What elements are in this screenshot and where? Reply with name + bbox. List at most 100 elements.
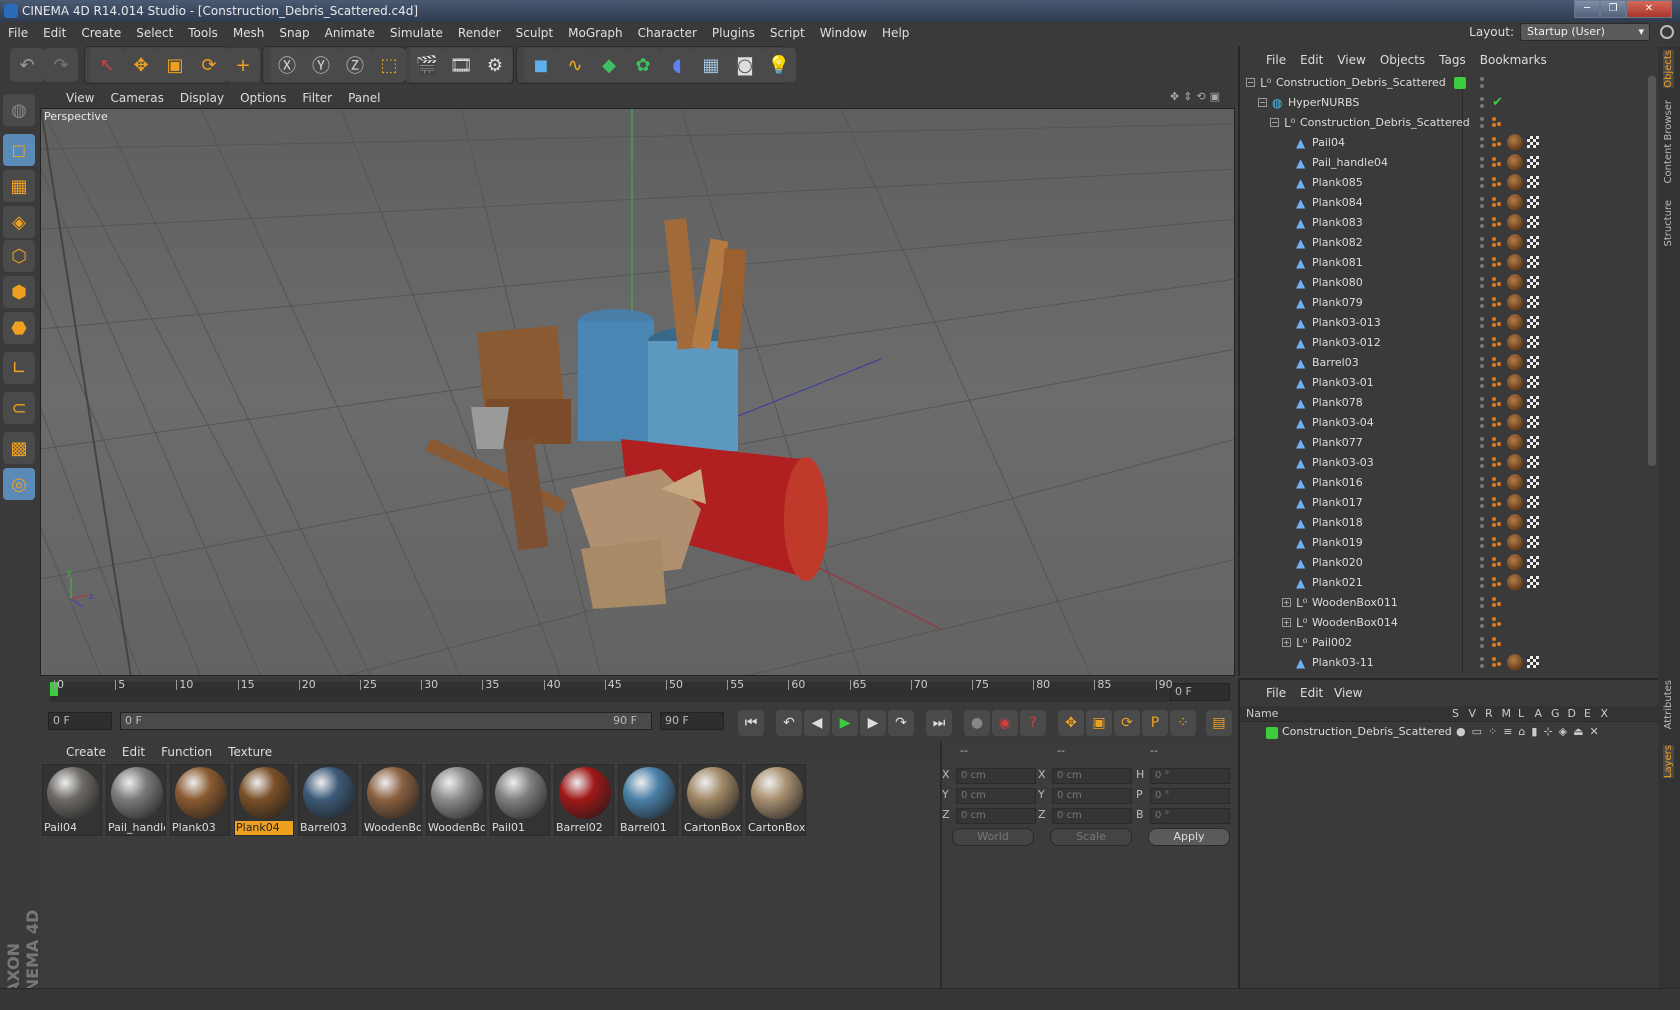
visibility-render-dot[interactable] [1480, 504, 1484, 508]
minimize-button[interactable]: ─ [1574, 0, 1600, 18]
object-row[interactable]: ▲ Plank080 [1240, 273, 1648, 293]
side-tab-attributes[interactable]: Attributes [1663, 680, 1674, 729]
coord-value-field[interactable]: 0 cm [1052, 788, 1132, 804]
material-tag-icon[interactable] [1507, 474, 1523, 491]
cube-icon[interactable]: ◼ [524, 48, 558, 82]
expand-toggle[interactable]: + [1282, 598, 1291, 607]
material-swatch[interactable]: Barrel01 [618, 764, 678, 836]
search-icon[interactable] [1660, 25, 1674, 39]
material-swatch[interactable]: Pail_handle [106, 764, 166, 836]
visibility-editor-dot[interactable] [1480, 537, 1484, 541]
viewport-menu-cameras[interactable]: Cameras [110, 91, 163, 105]
object-row[interactable]: ▲ Plank078 [1240, 393, 1648, 413]
object-row[interactable]: ▲ Plank018 [1240, 513, 1648, 533]
visibility-editor-dot[interactable] [1480, 177, 1484, 181]
points-mode-icon[interactable]: ⬡ [3, 240, 35, 272]
material-tag-icon[interactable] [1507, 354, 1523, 371]
keyframe-help-icon[interactable]: ? [1020, 710, 1046, 736]
render-settings-icon[interactable]: ⚙ [478, 48, 512, 82]
object-row[interactable]: ▲ Plank085 [1240, 173, 1648, 193]
uvw-tag-icon[interactable] [1527, 536, 1539, 548]
rotate-icon[interactable]: ⟳ [192, 48, 226, 82]
material-menu-texture[interactable]: Texture [228, 745, 272, 759]
material-tag-icon[interactable] [1507, 454, 1523, 471]
x-axis-icon[interactable]: Ⓧ [270, 48, 304, 82]
visibility-render-dot[interactable] [1480, 564, 1484, 568]
tweak-mode-icon[interactable]: ⊂ [3, 392, 35, 424]
material-tag-icon[interactable] [1507, 294, 1523, 311]
viewport-menu-display[interactable]: Display [180, 91, 224, 105]
visibility-render-dot[interactable] [1480, 244, 1484, 248]
material-tag-icon[interactable] [1507, 154, 1523, 171]
visibility-editor-dot[interactable] [1480, 517, 1484, 521]
object-row[interactable]: − L⁰ Construction_Debris_Scattered [1240, 113, 1648, 133]
uvw-tag-icon[interactable] [1527, 476, 1539, 488]
uvw-tag-icon[interactable] [1527, 136, 1539, 148]
visibility-render-dot[interactable] [1480, 264, 1484, 268]
object-row[interactable]: + L⁰ WoodenBox014 [1240, 613, 1648, 633]
menu-mesh[interactable]: Mesh [233, 26, 265, 40]
layer-menu-file[interactable]: File [1266, 686, 1286, 700]
object-row[interactable]: + L⁰ WoodenBox011 [1240, 593, 1648, 613]
material-tag-icon[interactable] [1507, 234, 1523, 251]
maximize-button[interactable]: ❐ [1600, 0, 1626, 18]
visibility-editor-dot[interactable] [1480, 637, 1484, 641]
visibility-editor-dot[interactable] [1480, 277, 1484, 281]
object-row[interactable]: ▲ Barrel03 [1240, 353, 1648, 373]
visibility-editor-dot[interactable] [1480, 137, 1484, 141]
visibility-render-dot[interactable] [1480, 584, 1484, 588]
visibility-editor-dot[interactable] [1480, 337, 1484, 341]
visibility-editor-dot[interactable] [1480, 437, 1484, 441]
layer-column-r[interactable]: R [1485, 707, 1493, 720]
viewport-3d[interactable]: y z [40, 108, 1235, 676]
material-swatch[interactable]: CartonBox [682, 764, 742, 836]
material-tag-icon[interactable] [1507, 514, 1523, 531]
coord-value-field[interactable]: 0 cm [1052, 808, 1132, 824]
axis-mode-icon[interactable]: ∟ [3, 352, 35, 384]
layer-menu-edit[interactable]: Edit [1300, 686, 1323, 700]
material-tag-icon[interactable] [1507, 574, 1523, 591]
prev-key-button[interactable]: ↶ [776, 710, 802, 736]
layer-column-e[interactable]: E [1584, 707, 1591, 720]
layer-column-v[interactable]: V [1469, 707, 1477, 720]
visibility-render-dot[interactable] [1480, 464, 1484, 468]
layer-column-name[interactable]: Name [1246, 707, 1278, 720]
record-keys-button[interactable]: ● [964, 710, 990, 736]
render-view-icon[interactable]: 🎬 [410, 48, 444, 82]
menu-character[interactable]: Character [638, 26, 697, 40]
camera-icon[interactable]: ◙ [728, 48, 762, 82]
object-menu-view[interactable]: View [1337, 53, 1365, 67]
visibility-editor-dot[interactable] [1480, 497, 1484, 501]
expand-toggle[interactable]: − [1270, 118, 1279, 127]
object-row[interactable]: − L⁰ Construction_Debris_Scattered [1240, 73, 1648, 93]
visibility-editor-dot[interactable] [1480, 577, 1484, 581]
visibility-render-dot[interactable] [1480, 224, 1484, 228]
z-axis-icon[interactable]: Ⓩ [338, 48, 372, 82]
menu-simulate[interactable]: Simulate [390, 26, 443, 40]
visibility-editor-dot[interactable] [1480, 417, 1484, 421]
visibility-editor-dot[interactable] [1480, 557, 1484, 561]
layer-column-a[interactable]: A [1535, 707, 1543, 720]
visibility-render-dot[interactable] [1480, 284, 1484, 288]
uvw-tag-icon[interactable] [1527, 456, 1539, 468]
uvw-tag-icon[interactable] [1527, 416, 1539, 428]
goto-start-button[interactable]: ⏮ [738, 710, 764, 736]
move-icon[interactable]: ✥ [124, 48, 158, 82]
menu-animate[interactable]: Animate [325, 26, 375, 40]
coord-system-icon[interactable]: ⬚ [372, 48, 406, 82]
coord-value-field[interactable]: 0 cm [956, 768, 1036, 784]
model-mode-icon[interactable]: ◻ [3, 134, 35, 166]
next-key-button[interactable]: ↷ [888, 710, 914, 736]
visibility-editor-dot[interactable] [1480, 457, 1484, 461]
material-menu-create[interactable]: Create [66, 745, 106, 759]
coord-value-field[interactable]: 0 cm [1052, 768, 1132, 784]
viewport-menu-filter[interactable]: Filter [302, 91, 332, 105]
object-row[interactable]: ▲ Plank082 [1240, 233, 1648, 253]
uvw-tag-icon[interactable] [1527, 216, 1539, 228]
uvw-tag-icon[interactable] [1527, 196, 1539, 208]
start-frame-field[interactable]: 0 F [48, 712, 112, 730]
object-row[interactable]: ▲ Plank084 [1240, 193, 1648, 213]
coord-value-field[interactable]: 0 ° [1150, 788, 1230, 804]
layer-color-icon[interactable] [1266, 727, 1278, 739]
visibility-render-dot[interactable] [1480, 544, 1484, 548]
